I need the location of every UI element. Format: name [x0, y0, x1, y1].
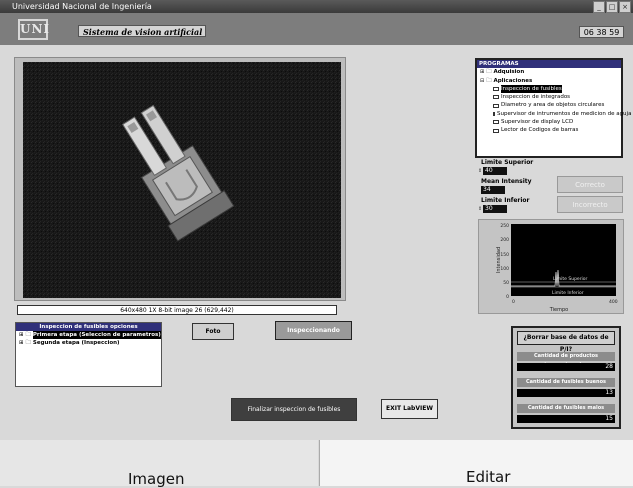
uni-logo: UNI	[18, 19, 49, 40]
tree-item-supervisor-lcd[interactable]: Supervisor de display LCD	[477, 118, 621, 126]
folder-icon: 🗀	[25, 340, 32, 346]
tree-item-lector-codigos[interactable]: Lector de Codigos de barras	[477, 126, 621, 134]
tree-item-supervisor-aguja[interactable]: Supervisor de intrumentos de medicion de…	[477, 110, 631, 118]
counters-panel: ¿Borrar base de datos de P/I? Cantidad d…	[511, 326, 621, 429]
tree-item-diametro[interactable]: Diametro y area de objetos circulares	[477, 101, 621, 109]
mean-intensity-label: Mean Intensity	[481, 178, 532, 185]
option-segunda-etapa[interactable]: ⊞ 🗀 Segunda etapa (Inspeccion)	[16, 339, 161, 347]
tree-item-inspeccion-integrados[interactable]: Inspeccion de integrados	[477, 93, 621, 101]
options-tree[interactable]: Inspeccion de fusibles opciones ⊞ 🗀 Prime…	[15, 322, 162, 387]
ytick: 0	[506, 294, 509, 300]
tree-item-aplicaciones[interactable]: ⊟ 🗀 Aplicaciones	[477, 77, 621, 85]
inspeccionando-button[interactable]: Inspeccionando	[275, 321, 352, 340]
spin-icon[interactable]: ⇕	[478, 206, 482, 212]
programas-header: PROGRAMAS	[477, 60, 621, 69]
borrar-base-datos-button[interactable]: ¿Borrar base de datos de P/I?	[517, 331, 615, 353]
limite-inferior-label: Limite Inferior	[481, 197, 530, 204]
exit-labview-button[interactable]: EXIT LabVIEW	[381, 399, 438, 419]
vi-icon	[493, 120, 499, 125]
limite-superior-input[interactable]: 40	[483, 167, 507, 175]
xtick: 0	[512, 299, 515, 305]
tab-imagen[interactable]: Imagen	[0, 440, 318, 488]
folder-icon: 🗀	[25, 332, 32, 338]
close-icon[interactable]: ×	[619, 1, 631, 13]
image-status-bar: 640x480 1X 8-bit image 26 (629,442)	[17, 305, 337, 315]
ytick: 50	[503, 280, 509, 286]
maximize-icon[interactable]: □	[606, 1, 618, 13]
foto-button[interactable]: Foto	[192, 323, 234, 340]
sup-line-label: Limite Superior	[553, 276, 588, 282]
mean-intensity-value: 34	[481, 186, 505, 194]
folder-icon: 🗀	[486, 77, 492, 84]
vi-icon	[493, 111, 495, 116]
tree-item-inspeccion-fusibles[interactable]: Inspeccion de fusibles	[477, 84, 621, 94]
incorrecto-indicator: Incorrecto	[557, 196, 623, 213]
options-header: Inspeccion de fusibles opciones	[16, 323, 161, 331]
vi-icon	[493, 103, 499, 108]
programas-tree[interactable]: PROGRAMAS ⊞ 🗀 Adquision ⊟ 🗀 Aplicaciones I…	[475, 58, 631, 158]
app-title: Sistema de vision artificial	[78, 25, 206, 37]
fusibles-malos-label: Cantidad de fusibles malos	[517, 404, 615, 413]
clock-display: 06 38 59	[579, 26, 624, 38]
tab-imagen-label: Imagen	[128, 470, 185, 488]
camera-image	[23, 62, 341, 298]
fusibles-malos-value: 15	[517, 415, 615, 423]
window-title: Universidad Nacional de Ingeniería	[12, 2, 152, 11]
inf-line-label: Limite Inferior	[552, 290, 584, 296]
intensity-chart: 250 200 150 100 50 0 0 400 Tiempo Intens…	[496, 223, 618, 313]
graph-ylabel: Intensidad	[496, 247, 502, 273]
window-title-bar: Universidad Nacional de Ingeniería _ □ ×	[0, 0, 633, 13]
vi-icon	[493, 128, 499, 133]
limite-inferior-input[interactable]: 30	[483, 205, 507, 213]
tree-item-adquision[interactable]: ⊞ 🗀 Adquision	[477, 68, 621, 76]
tab-editar[interactable]: Editar	[319, 440, 633, 486]
minimize-icon[interactable]: _	[593, 1, 605, 13]
intensity-graph: 250 200 150 100 50 0 0 400 Tiempo Intens…	[478, 219, 624, 314]
folder-icon: 🗀	[486, 69, 492, 76]
graph-xlabel: Tiempo	[549, 307, 568, 313]
ytick: 200	[500, 237, 509, 243]
fusibles-buenos-label: Cantidad de fusibles buenos	[517, 378, 615, 387]
correcto-indicator: Correcto	[557, 176, 623, 193]
finalizar-inspeccion-button[interactable]: Finalizar inspeccion de fusibles	[231, 398, 357, 421]
fusibles-buenos-value: 13	[517, 389, 615, 397]
vi-icon	[493, 87, 499, 92]
limite-superior-label: Limite Superior	[481, 159, 534, 166]
xtick: 400	[609, 299, 618, 305]
tab-editar-label: Editar	[466, 468, 511, 486]
option-primera-etapa[interactable]: ⊞ 🗀 Primera etapa (Seleccion de parametro…	[16, 331, 161, 339]
ytick: 250	[500, 223, 509, 229]
spin-icon[interactable]: ⇕	[478, 168, 482, 174]
productos-inspeccionados-label: Cantidad de productos inspeccionados	[517, 352, 615, 368]
productos-inspeccionados-value: 28	[517, 363, 615, 371]
vi-icon	[493, 95, 499, 100]
